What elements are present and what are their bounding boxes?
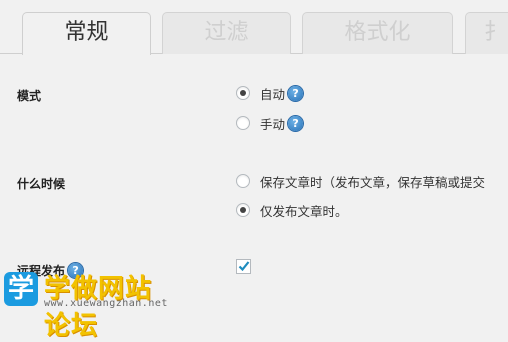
when-option-publish[interactable]: 仅发布文章时。 <box>236 200 348 220</box>
tab-filter[interactable]: 过滤 <box>162 12 291 54</box>
when-option-save-label: 保存文章时（发布文章，保存草稿或提交 <box>260 174 486 190</box>
remote-publish-checkbox[interactable] <box>236 259 251 274</box>
checkmark-icon <box>238 261 250 272</box>
question-icon[interactable]: ? <box>288 115 304 131</box>
tab-bar: 常规 过滤 格式化 扌 <box>0 0 508 55</box>
watermark: 学 学做网站论坛 www.xuewangzhan.net <box>0 266 175 341</box>
watermark-logo: 学 <box>4 272 38 306</box>
when-option-save[interactable]: 保存文章时（发布文章，保存草稿或提交 <box>236 171 485 191</box>
radio-on-save[interactable] <box>236 174 250 188</box>
radio-manual[interactable] <box>236 116 250 130</box>
mode-label: 模式 <box>17 89 42 103</box>
mode-option-manual-label: 手动 <box>260 116 286 132</box>
when-label: 什么时候 <box>17 177 66 191</box>
question-icon[interactable]: ? <box>288 85 304 101</box>
watermark-url: www.xuewangzhan.net <box>44 298 168 309</box>
mode-option-auto-label: 自动 <box>260 86 286 102</box>
mode-option-auto[interactable]: 自动 ? <box>236 83 304 103</box>
when-option-publish-label: 仅发布文章时。 <box>260 203 348 219</box>
radio-on-publish[interactable] <box>236 203 250 217</box>
radio-auto[interactable] <box>236 86 250 100</box>
mode-option-manual[interactable]: 手动 ? <box>236 113 304 133</box>
tab-format[interactable]: 格式化 <box>302 12 453 54</box>
tab-next[interactable]: 扌 <box>465 12 508 54</box>
tab-general[interactable]: 常规 <box>22 12 151 55</box>
